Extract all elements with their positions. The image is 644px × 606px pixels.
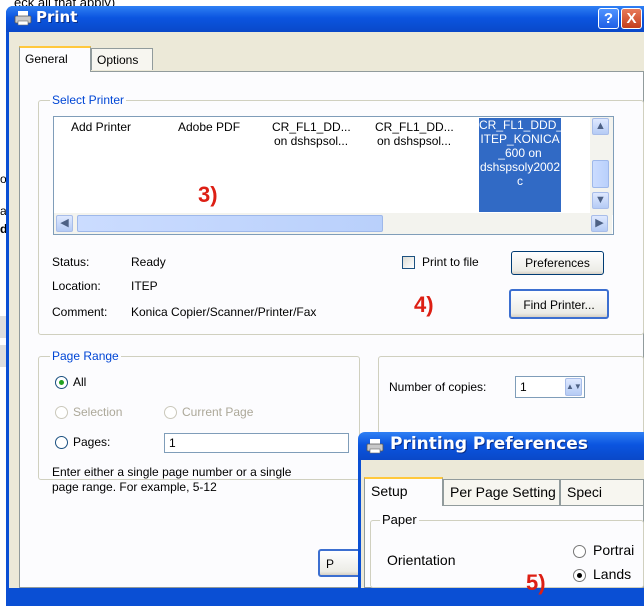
horizontal-scroll-thumb[interactable] <box>77 215 383 232</box>
location-label: Location: <box>52 279 101 293</box>
selected-printer-line: c <box>517 174 523 188</box>
scroll-up-icon[interactable]: ▲ <box>592 118 609 135</box>
print-dialog-title: Print <box>36 8 78 26</box>
printer-item-adobe-pdf[interactable]: Adobe PDF <box>178 120 240 134</box>
selection-radio-label: Selection <box>73 405 123 419</box>
selection-radio <box>55 406 68 419</box>
printer-item-cr-fl1-a-server: on dshspsol... <box>274 134 349 148</box>
current-page-radio <box>164 406 177 419</box>
number-of-copies-label: Number of copies: <box>389 380 487 394</box>
tab-setup[interactable]: Setup <box>364 477 443 506</box>
selected-printer-line: _600 on <box>498 146 542 160</box>
help-button[interactable]: ? <box>598 8 619 29</box>
find-printer-button[interactable]: Find Printer... <box>509 289 609 319</box>
printing-preferences-title: Printing Preferences <box>390 434 588 454</box>
status-label: Status: <box>52 255 90 269</box>
page-range-help-line-2: page range. For example, 5-12 <box>52 480 217 494</box>
printer-icon <box>14 11 32 26</box>
tab-per-page-setting[interactable]: Per Page Setting <box>443 479 560 505</box>
print-to-file-checkbox[interactable] <box>402 256 415 269</box>
selected-printer-line: CR_FL1_DDD_ <box>479 118 564 132</box>
printer-item-cr-fl1-b-server: on dshspsol... <box>377 134 452 148</box>
tab-general[interactable]: General <box>19 46 91 72</box>
landscape-radio[interactable] <box>573 569 586 582</box>
pages-radio[interactable] <box>55 436 68 449</box>
preferences-button[interactable]: Preferences <box>511 251 604 275</box>
vertical-scroll-thumb[interactable] <box>592 160 609 188</box>
selected-printer-line: ITEP_KONICA <box>480 132 560 146</box>
annotation-step-3: 3) <box>198 182 218 207</box>
tab-special[interactable]: Speci <box>560 479 644 505</box>
scroll-left-icon[interactable]: ◀ <box>56 215 73 232</box>
printer-item-add-printer[interactable]: Add Printer <box>71 120 131 134</box>
pages-radio-label[interactable]: Pages: <box>73 435 110 449</box>
orientation-label: Orientation <box>387 552 456 568</box>
printer-item-cr-fl1-a[interactable]: CR_FL1_DD... <box>272 120 351 134</box>
portrait-radio[interactable] <box>573 545 586 558</box>
scroll-right-icon[interactable]: ▶ <box>591 215 608 232</box>
copies-spinner-icon[interactable]: ▲▼ <box>565 378 582 396</box>
comment-label: Comment: <box>52 305 108 319</box>
landscape-radio-label[interactable]: Lands <box>593 566 631 582</box>
comment-value: Konica Copier/Scanner/Printer/Fax <box>131 305 317 319</box>
status-value: Ready <box>131 255 166 269</box>
selected-printer-line: dshspsoly2002 <box>479 160 561 174</box>
annotation-step-5: 5) <box>526 570 546 595</box>
printer-item-cr-fl1-b[interactable]: CR_FL1_DD... <box>375 120 454 134</box>
portrait-radio-label[interactable]: Portrai <box>593 542 634 558</box>
page-range-legend: Page Range <box>50 349 121 363</box>
pages-input[interactable]: 1 <box>164 433 349 453</box>
all-radio-label[interactable]: All <box>73 375 86 389</box>
annotation-step-4: 4) <box>414 292 434 317</box>
close-button[interactable]: X <box>621 8 642 29</box>
print-to-file-label[interactable]: Print to file <box>422 255 479 269</box>
print-dialog-titlebar[interactable] <box>6 6 644 32</box>
printer-icon <box>366 439 384 454</box>
copies-group <box>378 356 644 436</box>
paper-legend: Paper <box>380 512 419 527</box>
printer-item-selected[interactable]: CR_FL1_DDD_ ITEP_KONICA _600 on dshspsol… <box>479 118 564 212</box>
current-page-radio-label: Current Page <box>182 405 254 419</box>
location-value: ITEP <box>131 279 158 293</box>
all-radio[interactable] <box>55 376 68 389</box>
page-range-help-line-1: Enter either a single page number or a s… <box>52 465 292 479</box>
select-printer-legend: Select Printer <box>50 93 127 107</box>
scroll-down-icon[interactable]: ▼ <box>592 192 609 209</box>
tab-options[interactable]: Options <box>91 48 153 70</box>
